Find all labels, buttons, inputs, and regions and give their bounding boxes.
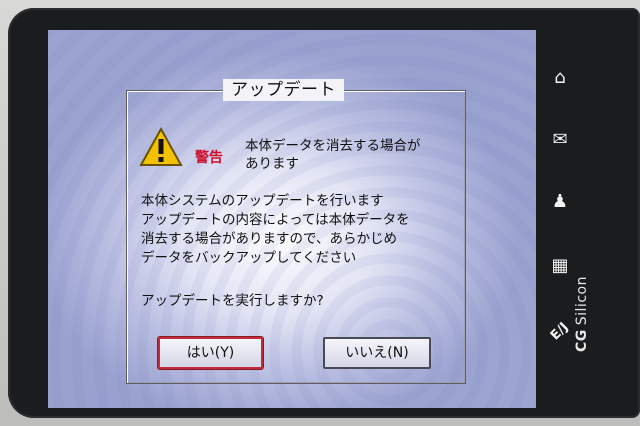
dialog-message: 本体システムのアップデートを行います アップデートの内容によっては本体データを … (141, 192, 461, 268)
no-button[interactable]: いいえ(N) (323, 337, 431, 369)
warning-text-line: 本体データを消去する場合が あります (245, 137, 455, 173)
home-icon[interactable]: ⌂ (546, 64, 574, 92)
warning-text-line: 本体データを消去する場合が (245, 138, 421, 154)
brand-mark: CG (574, 329, 590, 352)
update-dialog: アップデート 警告 本体データを消去する場合が あります 本体システムのアップデー… (126, 79, 466, 384)
message-line: 消去する場合がありますので、あらかじめ (141, 231, 397, 247)
warning-label: 警告 (195, 150, 223, 166)
device-bezel: アップデート 警告 本体データを消去する場合が あります 本体システムのアップデー… (8, 8, 640, 418)
calculator-icon[interactable]: ▦ (546, 252, 574, 280)
dialog-title: アップデート (223, 79, 344, 101)
yes-button[interactable]: はい(Y) (158, 337, 263, 369)
warning-text-line: あります (245, 156, 299, 172)
contacts-icon[interactable]: ♟ (546, 188, 574, 216)
message-line: 本体システムのアップデートを行います (141, 193, 384, 209)
warning-text: 本体データを消去する場合が あります (245, 137, 455, 173)
brand-name: Silicon (574, 276, 590, 326)
brand-logo: CG Silicon (574, 232, 596, 352)
confirm-question: アップデートを実行しますか? (141, 293, 324, 309)
warning-icon (139, 127, 183, 166)
message-line: アップデートの内容によっては本体データを (141, 212, 410, 228)
message-line: データをバックアップしてください (141, 250, 357, 266)
screen: アップデート 警告 本体データを消去する場合が あります 本体システムのアップデー… (48, 30, 536, 408)
mail-icon[interactable]: ✉ (546, 126, 574, 154)
